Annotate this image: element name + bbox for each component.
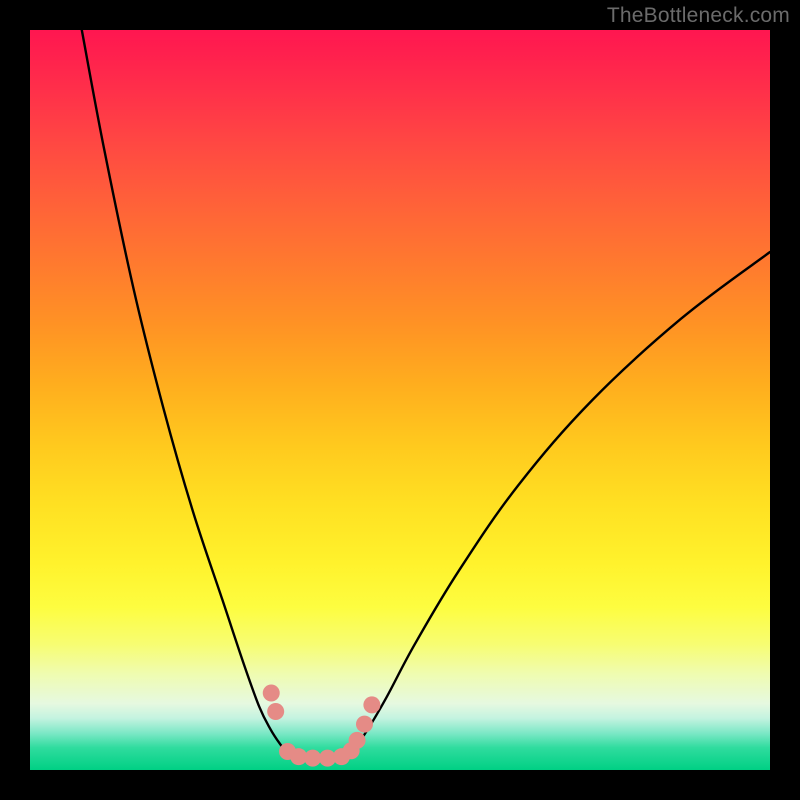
data-marker: [263, 685, 280, 702]
data-marker: [349, 732, 366, 749]
data-marker: [267, 703, 284, 720]
data-marker: [304, 750, 321, 767]
bottleneck-curve-plot: [30, 30, 770, 770]
curve-right: [348, 252, 770, 755]
data-marker: [356, 716, 373, 733]
data-marker: [363, 696, 380, 713]
chart-frame: [30, 30, 770, 770]
data-markers: [263, 685, 381, 767]
watermark-label: TheBottleneck.com: [607, 4, 790, 28]
curve-left: [82, 30, 289, 755]
